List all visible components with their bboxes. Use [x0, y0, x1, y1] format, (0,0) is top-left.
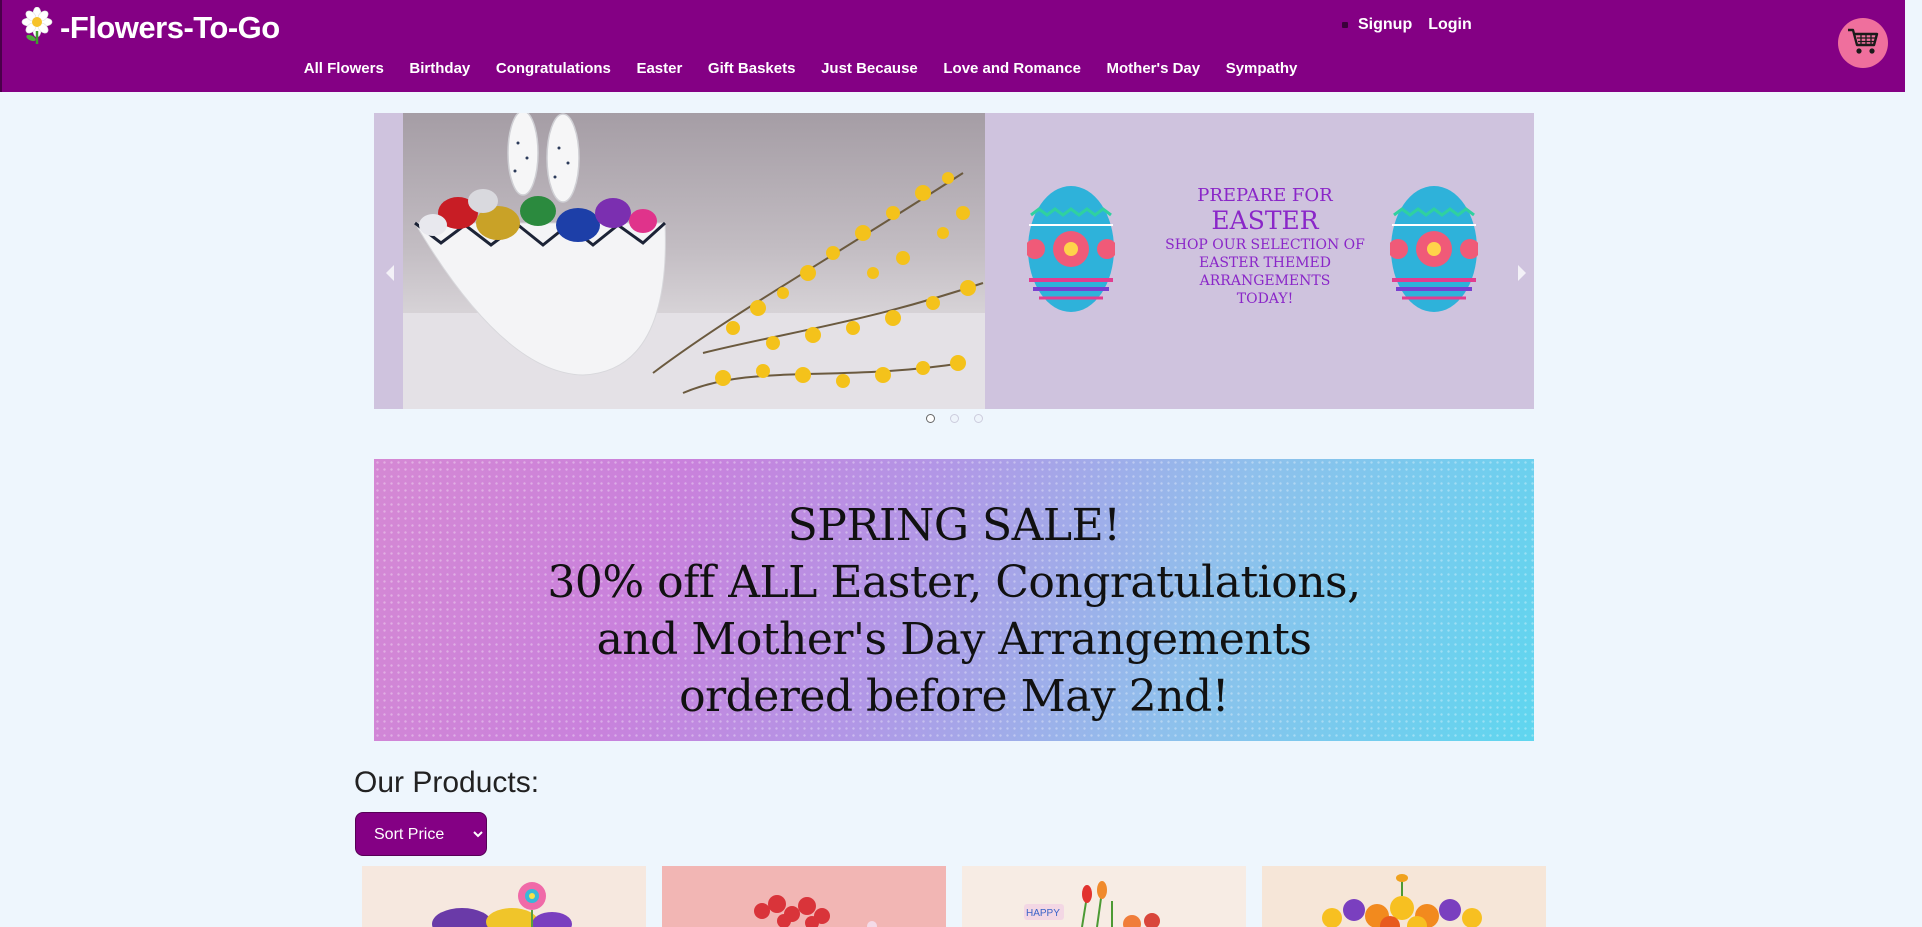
- nav-just-because[interactable]: Just Because: [808, 60, 930, 77]
- signup-link[interactable]: Signup: [1358, 16, 1412, 34]
- nav-love-and-romance[interactable]: Love and Romance: [931, 60, 1094, 77]
- nav-birthday[interactable]: Birthday: [397, 60, 483, 77]
- product-card[interactable]: [362, 866, 646, 927]
- carousel-dot-2[interactable]: [950, 414, 959, 423]
- promo-line-1: PREPARE FOR: [1197, 185, 1333, 206]
- bullet-icon: [1342, 22, 1348, 28]
- sale-line-4: ordered before May 2nd!: [679, 671, 1229, 722]
- brand-logo[interactable]: -Flowers-To-Go: [20, 6, 280, 50]
- sale-line-3: and Mother's Day Arrangements: [596, 614, 1312, 665]
- promo-line-2: EASTER: [1211, 206, 1319, 235]
- carousel-prev-icon[interactable]: [383, 263, 397, 283]
- daisy-flower-icon: [20, 6, 54, 49]
- sale-text: SPRING SALE! 30% off ALL Easter, Congrat…: [374, 497, 1534, 725]
- carousel-next-icon[interactable]: [1515, 263, 1529, 283]
- brand-name: -Flowers-To-Go: [60, 10, 280, 45]
- nav-easter[interactable]: Easter: [624, 60, 695, 77]
- shopping-cart-icon: [1846, 26, 1880, 60]
- promo-line-3: SHOP OUR SELECTION OF: [1165, 237, 1365, 253]
- category-nav: All Flowers Birthday Congratulations Eas…: [291, 60, 1310, 77]
- carousel-dot-3[interactable]: [974, 414, 983, 423]
- carousel-indicators: [926, 414, 983, 423]
- hero-carousel: PREPARE FOR EASTER SHOP OUR SELECTION OF…: [374, 113, 1534, 409]
- product-card[interactable]: HAPPY: [962, 866, 1246, 927]
- carousel-dot-1[interactable]: [926, 414, 935, 423]
- auth-links: Signup Login: [1342, 16, 1488, 34]
- nav-mothers-day[interactable]: Mother's Day: [1094, 60, 1213, 77]
- sale-line-1: SPRING SALE!: [787, 500, 1121, 551]
- sale-line-2: 30% off ALL Easter, Congratulations,: [547, 557, 1361, 608]
- product-card[interactable]: [1262, 866, 1546, 927]
- easter-egg-left-icon: [1027, 186, 1115, 312]
- nav-all-flowers[interactable]: All Flowers: [291, 60, 397, 77]
- spring-sale-banner[interactable]: SPRING SALE! 30% off ALL Easter, Congrat…: [374, 459, 1534, 741]
- cart-button[interactable]: [1838, 18, 1888, 68]
- promo-line-5: TODAY!: [1236, 291, 1294, 307]
- easter-basket-photo: [403, 113, 985, 409]
- easter-promo-text: PREPARE FOR EASTER SHOP OUR SELECTION OF…: [1135, 185, 1395, 308]
- nav-gift-baskets[interactable]: Gift Baskets: [695, 60, 808, 77]
- easter-egg-right-icon: [1390, 186, 1478, 312]
- sort-price-select[interactable]: Sort Price: [355, 812, 487, 856]
- svg-text:HAPPY: HAPPY: [1026, 908, 1060, 919]
- promo-line-4: EASTER THEMED ARRANGEMENTS: [1198, 255, 1331, 289]
- nav-congratulations[interactable]: Congratulations: [483, 60, 624, 77]
- site-header: -Flowers-To-Go Signup Login All Flowers …: [0, 0, 1905, 92]
- easter-promo-panel[interactable]: PREPARE FOR EASTER SHOP OUR SELECTION OF…: [985, 113, 1534, 409]
- product-card[interactable]: [662, 866, 946, 927]
- nav-sympathy[interactable]: Sympathy: [1213, 60, 1310, 77]
- products-heading: Our Products:: [354, 766, 540, 799]
- login-link[interactable]: Login: [1428, 16, 1472, 34]
